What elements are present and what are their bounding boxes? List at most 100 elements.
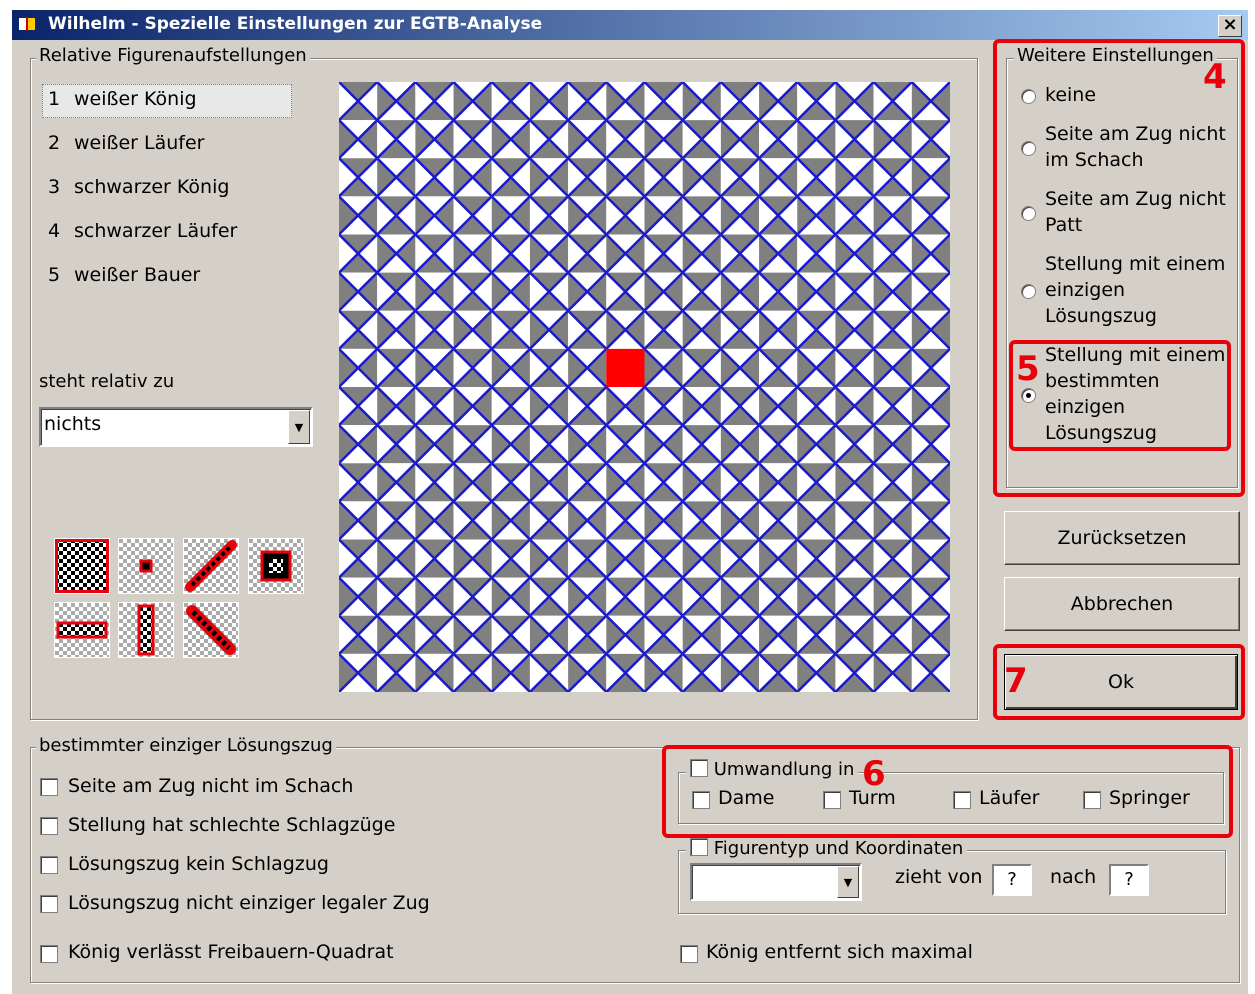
board-square[interactable] [605, 538, 646, 579]
board-square[interactable] [758, 614, 799, 655]
board-square[interactable] [681, 157, 722, 198]
board-square[interactable] [414, 614, 455, 655]
king-leaves-checkbox[interactable] [40, 945, 58, 963]
board-square[interactable] [796, 386, 837, 427]
board-square[interactable] [758, 82, 799, 122]
board-square[interactable] [834, 309, 875, 350]
board-square[interactable] [796, 462, 837, 503]
reset-button[interactable]: Zurücksetzen [1004, 511, 1240, 565]
board-square[interactable] [910, 233, 950, 274]
board-square[interactable] [872, 500, 913, 541]
pattern-full-board-icon[interactable] [54, 538, 110, 594]
board-square[interactable] [529, 157, 570, 198]
board-square[interactable] [796, 271, 837, 312]
board-square[interactable] [910, 614, 950, 655]
board-square[interactable] [414, 576, 455, 617]
board-square[interactable] [376, 157, 417, 198]
board-square[interactable] [796, 347, 837, 388]
board-square[interactable] [376, 538, 417, 579]
board-square[interactable] [452, 652, 493, 692]
board-square[interactable] [452, 386, 493, 427]
board-square[interactable] [910, 462, 950, 503]
board-square[interactable] [605, 195, 646, 236]
board-square[interactable] [910, 424, 950, 465]
board-square[interactable] [490, 157, 531, 198]
board-square[interactable] [490, 538, 531, 579]
board-square[interactable] [339, 424, 379, 465]
board-square[interactable] [529, 347, 570, 388]
board-square[interactable] [452, 424, 493, 465]
board-square[interactable] [758, 386, 799, 427]
board-square[interactable] [605, 424, 646, 465]
board-square[interactable] [605, 119, 646, 160]
board-square[interactable] [452, 82, 493, 122]
board-square[interactable] [872, 424, 913, 465]
board-square[interactable] [376, 271, 417, 312]
board-square[interactable] [529, 462, 570, 503]
board-square[interactable] [758, 424, 799, 465]
board-square[interactable] [339, 309, 379, 350]
board-square[interactable] [452, 195, 493, 236]
board-square[interactable] [643, 119, 684, 160]
board-square[interactable] [796, 538, 837, 579]
board-square[interactable] [681, 500, 722, 541]
board-square[interactable] [834, 576, 875, 617]
board-square[interactable] [758, 157, 799, 198]
board-square[interactable] [758, 462, 799, 503]
chess-board[interactable] [339, 82, 950, 692]
board-square[interactable] [452, 271, 493, 312]
board-square[interactable] [452, 347, 493, 388]
board-square[interactable] [796, 652, 837, 692]
king-distance-checkbox[interactable] [680, 945, 698, 963]
board-square[interactable] [414, 309, 455, 350]
board-square[interactable] [910, 386, 950, 427]
board-square[interactable] [681, 576, 722, 617]
board-square[interactable] [796, 157, 837, 198]
board-square[interactable] [681, 614, 722, 655]
board-square[interactable] [719, 157, 760, 198]
board-square[interactable] [872, 347, 913, 388]
board-square[interactable] [872, 195, 913, 236]
board-square[interactable] [872, 652, 913, 692]
board-square[interactable] [567, 386, 608, 427]
board-square[interactable] [872, 462, 913, 503]
board-square[interactable] [910, 195, 950, 236]
board-square[interactable] [490, 233, 531, 274]
pattern-column-icon[interactable] [118, 602, 174, 658]
board-square[interactable] [719, 538, 760, 579]
board-square[interactable] [567, 614, 608, 655]
board-square[interactable] [605, 576, 646, 617]
board-square[interactable] [681, 119, 722, 160]
board-square[interactable] [376, 576, 417, 617]
board-square[interactable] [681, 652, 722, 692]
board-square[interactable] [605, 309, 646, 350]
board-square[interactable] [796, 576, 837, 617]
board-square[interactable] [490, 614, 531, 655]
board-square[interactable] [681, 386, 722, 427]
board-square[interactable] [490, 271, 531, 312]
board-square[interactable] [529, 386, 570, 427]
board-square[interactable] [872, 538, 913, 579]
board-square[interactable] [796, 233, 837, 274]
board-square[interactable] [490, 652, 531, 692]
board-square[interactable] [414, 233, 455, 274]
board-square[interactable] [643, 195, 684, 236]
board-square[interactable] [719, 347, 760, 388]
title-bar[interactable]: Wilhelm - Spezielle Einstellungen zur EG… [12, 10, 1248, 40]
board-square[interactable] [719, 119, 760, 160]
board-square[interactable] [452, 309, 493, 350]
board-square[interactable] [643, 233, 684, 274]
board-square[interactable] [529, 309, 570, 350]
board-square[interactable] [872, 271, 913, 312]
board-square[interactable] [910, 538, 950, 579]
board-square[interactable] [376, 424, 417, 465]
board-square[interactable] [452, 538, 493, 579]
board-square[interactable] [643, 538, 684, 579]
board-square[interactable] [529, 652, 570, 692]
board-square[interactable] [643, 82, 684, 122]
board-square[interactable] [567, 119, 608, 160]
board-square[interactable] [834, 614, 875, 655]
board-square[interactable] [643, 424, 684, 465]
pattern-ring-icon[interactable] [248, 538, 304, 594]
board-square[interactable] [796, 614, 837, 655]
